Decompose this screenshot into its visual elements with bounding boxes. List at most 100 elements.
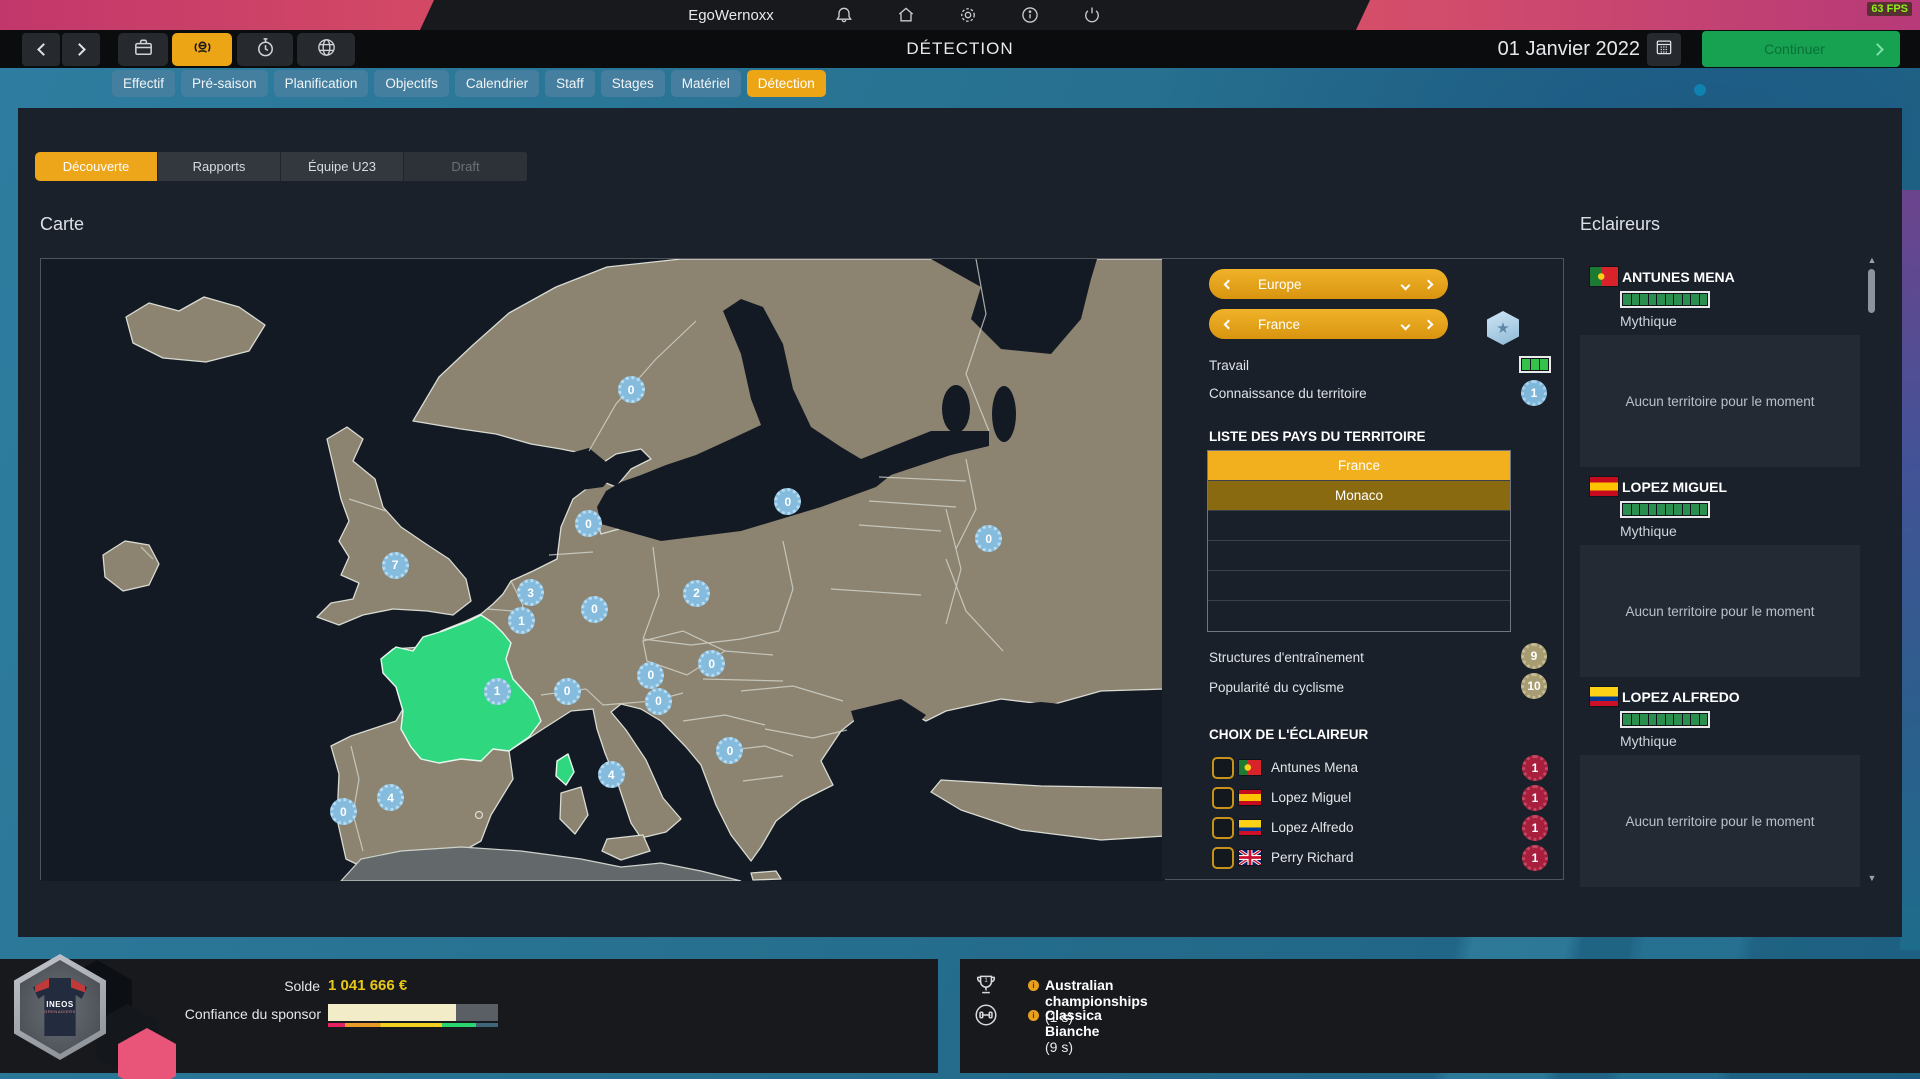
tab-pre-saison[interactable]: Pré-saison xyxy=(181,70,268,97)
scout-checkbox[interactable] xyxy=(1212,817,1234,839)
map-marker-spain[interactable]: 4 xyxy=(377,784,404,811)
portugal-flag xyxy=(1590,267,1618,286)
map-marker-italy[interactable]: 4 xyxy=(598,761,625,788)
jersey-subname: GRENADIERS xyxy=(44,1009,75,1014)
country-list-empty-row xyxy=(1208,541,1510,571)
map-marker-slovakia[interactable]: 0 xyxy=(698,650,725,677)
chevron-right-icon[interactable] xyxy=(1424,279,1434,289)
scout-checkbox[interactable] xyxy=(1212,847,1234,869)
map-marker-russia[interactable]: 0 xyxy=(975,525,1002,552)
subtab-rapports[interactable]: Rapports xyxy=(158,152,281,181)
scout-choice-row: Lopez Miguel 1 xyxy=(1162,786,1563,813)
tab-materiel[interactable]: Matériel xyxy=(671,70,741,97)
map-marker-netherlands[interactable]: 3 xyxy=(517,579,544,606)
scout-entry[interactable]: ANTUNES MENA Mythique Aucun territoire p… xyxy=(1580,265,1877,467)
knowledge-badge: 1 xyxy=(1521,380,1547,406)
home-icon[interactable] xyxy=(896,5,916,25)
tab-objectifs[interactable]: Objectifs xyxy=(374,70,449,97)
scout-territory-box: Aucun territoire pour le moment xyxy=(1580,755,1860,887)
map-marker-denmark[interactable]: 0 xyxy=(575,510,602,537)
scout-choice-row: Antunes Mena 1 xyxy=(1162,756,1563,783)
info-dot-icon: i xyxy=(1028,1010,1039,1021)
subtab-draft[interactable]: Draft xyxy=(404,152,527,181)
scout-name[interactable]: Lopez Alfredo xyxy=(1271,820,1354,835)
scout-name[interactable]: Perry Richard xyxy=(1271,850,1354,865)
bell-icon[interactable] xyxy=(834,5,854,25)
info-dot-icon: i xyxy=(1028,980,1039,991)
popularity-badge: 10 xyxy=(1521,673,1547,699)
power-icon[interactable] xyxy=(1082,5,1102,25)
country-list-empty-row xyxy=(1208,601,1510,631)
chevron-down-icon[interactable] xyxy=(1401,320,1411,330)
scout-checkbox[interactable] xyxy=(1212,757,1234,779)
scout-entry[interactable]: LOPEZ ALFREDO Mythique Aucun territoire … xyxy=(1580,685,1877,887)
info-icon[interactable] xyxy=(1020,5,1040,25)
continue-button[interactable]: Continuer xyxy=(1702,31,1900,67)
work-level-indicator xyxy=(1519,356,1551,373)
scrollbar[interactable]: ▲ ▼ xyxy=(1867,255,1877,906)
scout-entry-name: LOPEZ ALFREDO xyxy=(1622,689,1740,705)
subtab-decouverte[interactable]: Découverte xyxy=(35,152,158,181)
map-box: 000073102000014040 Europe France ★ Trava… xyxy=(40,258,1564,880)
tab-staff[interactable]: Staff xyxy=(545,70,595,97)
scouts-sidebar: ANTUNES MENA Mythique Aucun territoire p… xyxy=(1580,255,1877,906)
scrollbar-thumb[interactable] xyxy=(1868,269,1875,313)
event-label: Classica Bianche (9 s) xyxy=(1045,1007,1102,1055)
tab-stages[interactable]: Stages xyxy=(601,70,665,97)
scout-name[interactable]: Antunes Mena xyxy=(1271,760,1358,775)
subtab-equipe-u23[interactable]: Équipe U23 xyxy=(281,152,404,181)
map-marker-switzerland[interactable]: 0 xyxy=(554,678,581,705)
map-marker-france[interactable]: 1 xyxy=(484,678,511,705)
scroll-down-icon[interactable]: ▼ xyxy=(1867,873,1877,883)
scout-hex-icon[interactable]: ★ xyxy=(1487,311,1519,345)
background-right-gradient xyxy=(1900,190,1920,950)
map-marker-serbia[interactable]: 0 xyxy=(716,737,743,764)
continue-label: Continuer xyxy=(1716,41,1873,57)
balance-label: Solde xyxy=(284,978,320,994)
navbar: DÉTECTION 01 Janvier 2022 Continuer xyxy=(0,30,1920,68)
scout-entry[interactable]: LOPEZ MIGUEL Mythique Aucun territoire p… xyxy=(1580,475,1877,677)
gear-icon[interactable] xyxy=(958,5,978,25)
map-marker-portugal[interactable]: 0 xyxy=(330,798,357,825)
sub-tabs: Découverte Rapports Équipe U23 Draft xyxy=(35,152,529,181)
calendar-button[interactable] xyxy=(1647,33,1681,66)
scroll-up-icon[interactable]: ▲ xyxy=(1867,255,1877,265)
titlebar: EgoWernoxx xyxy=(420,0,1370,30)
scout-territory-box: Aucun territoire pour le moment xyxy=(1580,335,1860,467)
spain-flag xyxy=(1239,790,1261,805)
map-marker-united-kingdom[interactable]: 7 xyxy=(382,552,409,579)
main-tabs: Effectif Pré-saison Planification Object… xyxy=(112,70,826,97)
country-selector[interactable]: France xyxy=(1209,309,1448,339)
country-list-item-france[interactable]: France xyxy=(1208,451,1510,481)
tab-calendrier[interactable]: Calendrier xyxy=(455,70,539,97)
map-marker-norway[interactable]: 0 xyxy=(618,376,645,403)
scout-entry-name: LOPEZ MIGUEL xyxy=(1622,479,1727,495)
country-list-empty-row xyxy=(1208,511,1510,541)
country-list-item-monaco[interactable]: Monaco xyxy=(1208,481,1510,511)
tab-planification[interactable]: Planification xyxy=(274,70,369,97)
sponsor-confidence-scale xyxy=(328,1023,498,1027)
territory-panel: Europe France ★ Travail Connaissance du … xyxy=(1162,259,1563,879)
map-marker-austria[interactable]: 0 xyxy=(637,662,664,689)
scout-level-bar xyxy=(1620,501,1710,518)
map-marker-belgium[interactable]: 1 xyxy=(508,607,535,634)
tab-effectif[interactable]: Effectif xyxy=(112,70,175,97)
scout-checkbox[interactable] xyxy=(1212,787,1234,809)
map-marker-slovenia[interactable]: 0 xyxy=(645,688,672,715)
app-title: EgoWernoxx xyxy=(688,7,774,24)
country-value: France xyxy=(1232,317,1402,332)
tab-detection[interactable]: Détection xyxy=(747,70,826,97)
colombia-flag xyxy=(1590,687,1618,706)
continent-selector[interactable]: Europe xyxy=(1209,269,1448,299)
scout-territory-box: Aucun territoire pour le moment xyxy=(1580,545,1860,677)
dumbbell-icon xyxy=(973,1002,999,1028)
map-marker-poland[interactable]: 2 xyxy=(683,580,710,607)
scout-name[interactable]: Lopez Miguel xyxy=(1271,790,1351,805)
spain-flag xyxy=(1590,477,1618,496)
chevron-right-icon[interactable] xyxy=(1424,319,1434,329)
map-marker-latvia[interactable]: 0 xyxy=(774,488,801,515)
map-marker-germany[interactable]: 0 xyxy=(581,596,608,623)
chevron-down-icon[interactable] xyxy=(1401,280,1411,290)
fps-counter: 63 FPS xyxy=(1867,2,1912,16)
scout-cost-badge: 1 xyxy=(1522,785,1548,811)
